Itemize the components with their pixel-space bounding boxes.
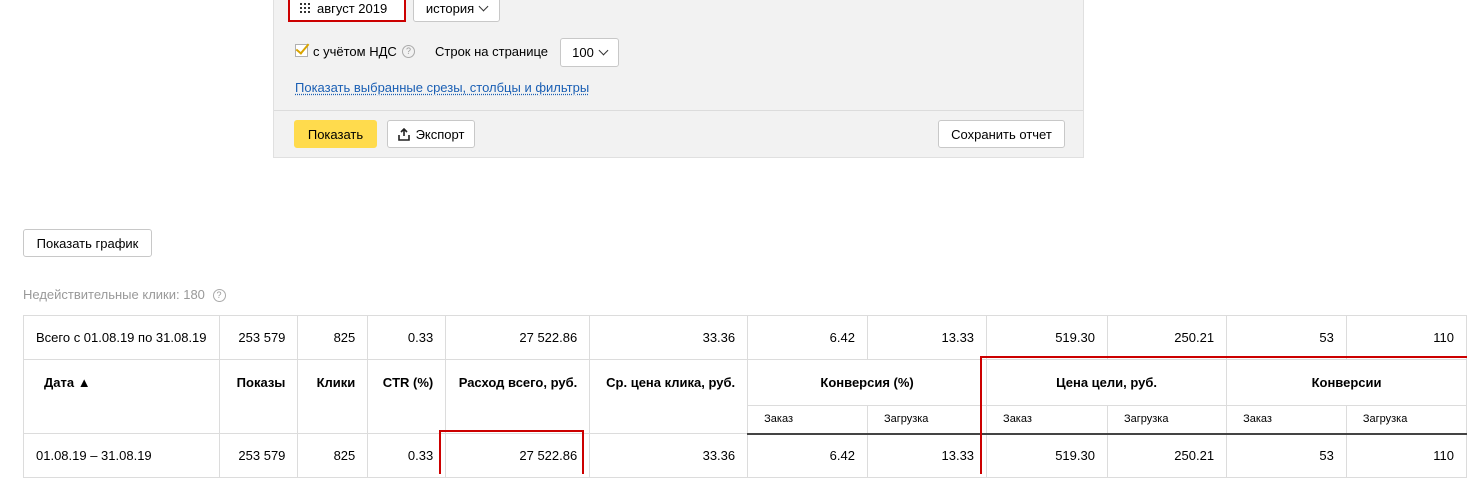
upload-icon (397, 127, 410, 141)
total-conversion-download: 13.33 (866, 315, 988, 360)
statistics-table: Всего с 01.08.19 по 31.08.19 253 579 825… (23, 315, 1467, 478)
export-button[interactable]: Экспорт (387, 120, 475, 148)
header-goal-price[interactable]: Цена цели, руб. (986, 359, 1228, 406)
invalid-clicks-text: Недействительные клики: 180 (23, 287, 205, 302)
period-selector-button[interactable]: август 2019 (288, 0, 406, 22)
total-row: Всего с 01.08.19 по 31.08.19 253 579 825… (23, 315, 1467, 360)
show-chart-label: Показать график (36, 235, 139, 251)
row-goal-price-order: 519.30 (986, 433, 1108, 478)
total-goal-price-order: 519.30 (986, 315, 1108, 360)
vat-checkbox[interactable] (295, 44, 308, 57)
table-row: 01.08.19 – 31.08.19 253 579 825 0.33 27 … (23, 433, 1467, 478)
show-button-label: Показать (307, 126, 364, 142)
subheader-download[interactable]: Загрузка (1106, 405, 1228, 435)
help-icon[interactable]: ? (402, 45, 415, 58)
show-button[interactable]: Показать (294, 120, 377, 148)
show-selected-filters-link[interactable]: Показать выбранные срезы, столбцы и филь… (295, 80, 589, 95)
row-conversion-order: 6.42 (747, 433, 868, 478)
total-clicks: 825 (297, 315, 369, 360)
row-spend: 27 522.86 (445, 433, 591, 478)
save-report-button[interactable]: Сохранить отчет (938, 120, 1065, 148)
total-goal-price-download: 250.21 (1106, 315, 1228, 360)
header-conversions[interactable]: Конверсии (1226, 359, 1467, 406)
row-cpc: 33.36 (589, 433, 749, 478)
total-shows: 253 579 (218, 315, 299, 360)
subheader-order[interactable]: Заказ (1226, 405, 1347, 435)
subheader-order[interactable]: Заказ (986, 405, 1108, 435)
period-label: август 2019 (317, 0, 388, 16)
chevron-down-icon (598, 45, 609, 56)
subheader-download[interactable]: Загрузка (1345, 405, 1467, 435)
total-conversions-order: 53 (1226, 315, 1347, 360)
row-conversions-download: 110 (1345, 433, 1467, 478)
save-report-label: Сохранить отчет (951, 126, 1052, 142)
total-label: Всего с 01.08.19 по 31.08.19 (23, 315, 220, 360)
vat-label: с учётом НДС (313, 44, 397, 59)
header-date[interactable]: Дата ▲ (23, 359, 220, 434)
header-conversion-pct[interactable]: Конверсия (%) (747, 359, 988, 406)
chevron-down-icon (478, 1, 489, 11)
total-conversion-order: 6.42 (747, 315, 868, 360)
header-cpc[interactable]: Ср. цена клика, руб. (589, 359, 749, 434)
export-button-label: Экспорт (415, 126, 465, 142)
header-clicks[interactable]: Клики (297, 359, 369, 434)
rows-per-page-value: 100 (572, 45, 594, 60)
row-conversions-order: 53 (1226, 433, 1347, 478)
total-conversions-download: 110 (1345, 315, 1467, 360)
calendar-icon (300, 3, 312, 13)
total-ctr: 0.33 (367, 315, 447, 360)
header-ctr[interactable]: CTR (%) (367, 359, 447, 434)
subheader-order[interactable]: Заказ (747, 405, 868, 435)
row-goal-price-download: 250.21 (1106, 433, 1228, 478)
row-conversion-download: 13.33 (866, 433, 988, 478)
header-shows[interactable]: Показы (218, 359, 299, 434)
total-spend: 27 522.86 (445, 315, 591, 360)
show-chart-button[interactable]: Показать график (23, 229, 152, 257)
help-icon[interactable]: ? (212, 289, 226, 302)
history-label: история (425, 0, 475, 16)
subheader-download[interactable]: Загрузка (866, 405, 988, 435)
invalid-clicks-label: Недействительные клики: 180 ? (23, 287, 226, 302)
row-date: 01.08.19 – 31.08.19 (23, 433, 220, 478)
row-ctr: 0.33 (367, 433, 447, 478)
report-settings-panel: август 2019 история с учётом НДС ? Строк… (273, 0, 1084, 158)
total-cpc: 33.36 (589, 315, 749, 360)
header-spend[interactable]: Расход всего, руб. (445, 359, 591, 434)
rows-per-page-select[interactable]: 100 (560, 38, 619, 67)
rows-per-page-label: Строк на странице (435, 44, 549, 59)
row-clicks: 825 (297, 433, 369, 478)
header-row: Дата ▲ Показы Клики CTR (%) Расход всего… (23, 359, 1467, 434)
row-shows: 253 579 (218, 433, 299, 478)
history-dropdown[interactable]: история (413, 0, 500, 22)
